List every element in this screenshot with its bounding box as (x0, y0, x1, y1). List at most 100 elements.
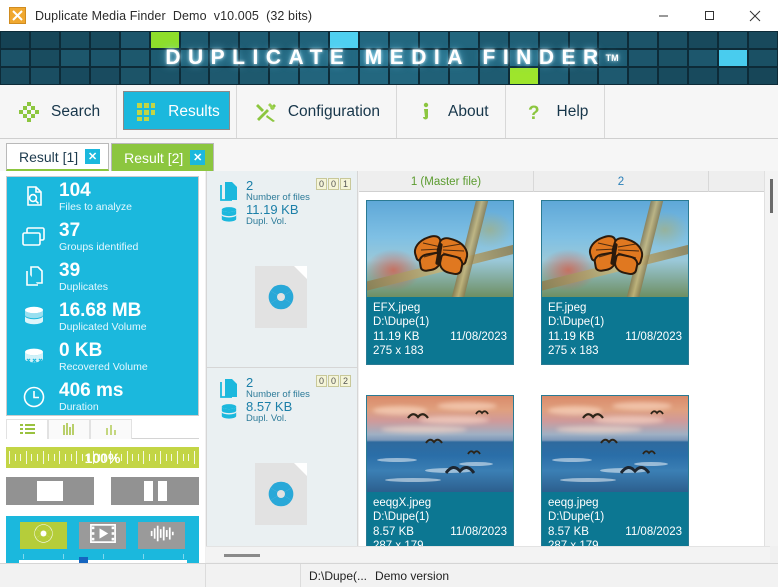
stat-label: Duplicated Volume (59, 322, 147, 333)
vertical-scrollbar[interactable] (764, 171, 778, 546)
group-files-count: 2 (246, 376, 310, 390)
pause-button[interactable] (111, 477, 199, 505)
tab-configuration[interactable]: Configuration (237, 85, 397, 138)
counter-digit: 0 (328, 178, 339, 190)
tab-results[interactable]: Results (117, 85, 237, 138)
progress-tick (48, 454, 49, 461)
bar-chart-2-icon[interactable] (90, 419, 132, 439)
banner-title-text: DUPLICATE MEDIA FINDER (165, 46, 605, 70)
minimize-button[interactable] (640, 0, 686, 31)
stat-value: 406 ms (59, 381, 123, 400)
progress-tick (127, 451, 128, 464)
close-button[interactable] (732, 0, 778, 31)
tab-help-label: Help (557, 103, 589, 121)
file-name: EF.jpeg (548, 301, 682, 315)
stat-value: 16.68 MB (59, 301, 147, 320)
progress-tick (71, 454, 72, 461)
group-files-count: 2 (246, 179, 310, 193)
stat-value: 104 (59, 181, 132, 200)
file-dimensions: 275 x 183 (548, 344, 682, 358)
stat-recovered-volume: 0 KB Recovered Volume (7, 337, 198, 377)
tab-search-label: Search (51, 103, 100, 121)
file-path: D:\Dupe(1) (373, 510, 507, 524)
file-name: eeqgX.jpeg (373, 496, 507, 510)
slider-tick (183, 554, 184, 559)
pause-icon-bar (158, 481, 167, 501)
stat-value: 39 (59, 261, 108, 280)
horizontal-scrollbar[interactable] (206, 546, 770, 562)
question-icon: ? (522, 99, 548, 125)
database-clean-icon (17, 341, 51, 373)
stat-label: Groups identified (59, 242, 138, 253)
file-card[interactable]: EFX.jpeg D:\Dupe(1) 11.19 KB 11/08/2023 … (366, 200, 514, 365)
tab-about[interactable]: About (397, 85, 506, 138)
group-volume: 11.19 KB (246, 203, 299, 217)
group-item[interactable]: 0 0 2 2 Number of files 8.57 KB Dupl. Vo… (207, 368, 358, 546)
list-icon[interactable] (6, 419, 48, 439)
tab-help[interactable]: ? Help (506, 85, 606, 138)
stat-value: 0 KB (59, 341, 148, 360)
photo-filter-button[interactable] (20, 522, 67, 549)
vertical-scrollbar-thumb[interactable] (770, 179, 773, 213)
video-filter-button[interactable] (79, 522, 126, 549)
svg-text:?: ? (528, 103, 540, 123)
app-icon (9, 7, 26, 24)
result-tab-bar: Result [1] ✕ Result [2] ✕ (0, 139, 778, 171)
column-header-master[interactable]: 1 (Master file) (359, 171, 534, 192)
stop-button[interactable] (6, 477, 94, 505)
progress-tick (132, 454, 133, 461)
file-name: EFX.jpeg (373, 301, 507, 315)
progress-tick (82, 454, 83, 461)
counter-digit: 2 (340, 375, 351, 387)
column-header-3[interactable] (709, 171, 769, 192)
progress-tick (188, 454, 189, 461)
file-thumbnail[interactable] (542, 201, 688, 297)
file-thumbnail[interactable] (542, 396, 688, 492)
file-metadata: EFX.jpeg D:\Dupe(1) 11.19 KB 11/08/2023 … (367, 297, 513, 364)
progress-tick (65, 454, 66, 461)
audio-wave-icon (149, 524, 175, 548)
bar-chart-icon[interactable] (48, 419, 90, 439)
group-thumbnail-placeholder (255, 266, 307, 328)
database-icon (217, 403, 241, 421)
column-header-2[interactable]: 2 (534, 171, 709, 192)
stat-label: Recovered Volume (59, 362, 148, 373)
search-grid-icon (16, 99, 42, 125)
progress-tick (15, 454, 16, 461)
tab-configuration-label: Configuration (288, 103, 380, 121)
result-tab-1[interactable]: Result [1] ✕ (6, 143, 109, 171)
maximize-button[interactable] (686, 0, 732, 31)
tab-search[interactable]: Search (0, 85, 117, 138)
file-path: D:\Dupe(1) (373, 315, 507, 329)
group-counter: 0 0 2 (316, 375, 351, 387)
audio-filter-button[interactable] (138, 522, 185, 549)
tab-results-label: Results (168, 103, 220, 121)
file-thumbnail[interactable] (367, 201, 513, 297)
video-film-icon (90, 524, 116, 548)
file-thumbnail[interactable] (367, 396, 513, 492)
file-path: D:\Dupe(1) (548, 510, 682, 524)
result-tab-2[interactable]: Result [2] ✕ (111, 143, 214, 171)
status-cell-left (0, 564, 206, 587)
butterfly-photo (542, 201, 688, 297)
file-card[interactable]: eeqgX.jpeg D:\Dupe(1) 8.57 KB 11/08/2023… (366, 395, 514, 546)
close-icon[interactable]: ✕ (85, 149, 100, 164)
progress-section: 100% (6, 447, 199, 507)
horizontal-scrollbar-thumb[interactable] (224, 554, 260, 557)
statistics-panel: 104 Files to analyze 37 Groups identifie… (0, 171, 205, 563)
app-banner: DUPLICATE MEDIA FINDER TM (0, 31, 778, 85)
slider-tick (103, 554, 104, 559)
application-window: Duplicate Media Finder Demo v10.005 (32 … (0, 0, 778, 587)
progress-tick (143, 451, 144, 464)
file-path: D:\Dupe(1) (548, 315, 682, 329)
window-title: Duplicate Media Finder Demo v10.005 (32 … (35, 9, 312, 23)
group-list[interactable]: 0 0 1 2 Number of files 11.19 KB Dupl. V… (206, 171, 358, 546)
info-icon (413, 99, 439, 125)
close-icon[interactable]: ✕ (190, 150, 205, 165)
stat-duplicated-volume: 16.68 MB Duplicated Volume (7, 297, 198, 337)
file-card[interactable]: EF.jpeg D:\Dupe(1) 11.19 KB 11/08/2023 2… (541, 200, 689, 365)
layers-icon (17, 221, 51, 253)
result-tab-2-label: Result [2] (124, 150, 183, 166)
group-item[interactable]: 0 0 1 2 Number of files 11.19 KB Dupl. V… (207, 171, 358, 368)
file-card[interactable]: eeqg.jpeg D:\Dupe(1) 8.57 KB 11/08/2023 … (541, 395, 689, 546)
